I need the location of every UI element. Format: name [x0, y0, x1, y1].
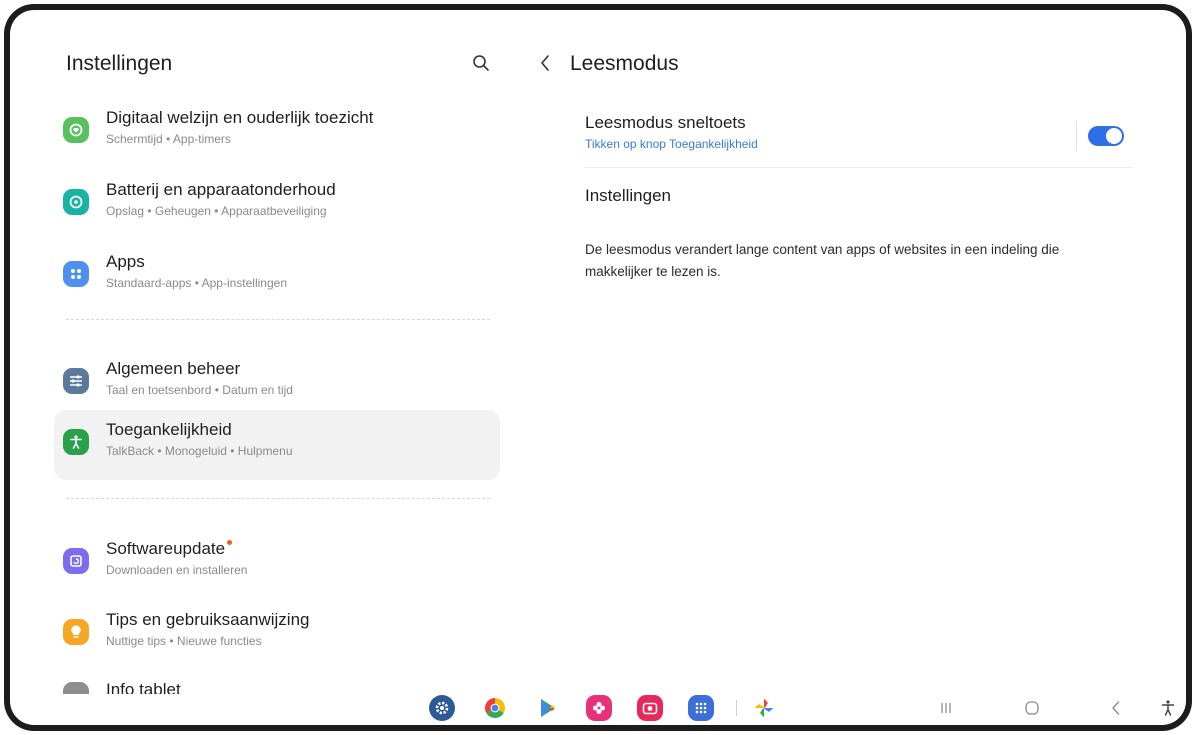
settings-item-software-update[interactable]: Softwareupdate Downloaden en installeren: [54, 529, 500, 599]
settings-item-digital-wellbeing[interactable]: Digitaal welzijn en ouderlijk toezicht S…: [54, 98, 500, 168]
blossom-app-icon[interactable]: [586, 695, 612, 721]
play-store-app-icon[interactable]: [535, 695, 561, 721]
apps-icon: [63, 261, 89, 287]
recent-apps-button[interactable]: [932, 695, 960, 721]
item-subtitle: Taal en toetsenbord • Datum en tijd: [106, 383, 293, 397]
back-icon: [1112, 701, 1120, 715]
settings-row[interactable]: Instellingen: [574, 176, 1134, 220]
item-title: Apps: [106, 252, 145, 271]
settings-item-battery[interactable]: Batterij en apparaatonderhoud Opslag • G…: [54, 170, 500, 240]
home-icon: [1025, 701, 1039, 715]
item-subtitle: Schermtijd • App-timers: [106, 132, 231, 146]
chevron-left-icon: [541, 55, 549, 71]
section-divider: [66, 498, 490, 499]
update-badge-dot: [227, 540, 233, 545]
taskbar-separator: [736, 700, 737, 716]
device-care-icon: [63, 189, 89, 215]
vertical-separator: [1076, 121, 1077, 151]
general-management-icon: [63, 368, 89, 394]
settings-app-icon[interactable]: [429, 695, 455, 721]
back-button[interactable]: [534, 50, 556, 76]
accessibility-shortcut-button[interactable]: [1154, 695, 1182, 721]
description-text: De leesmodus verandert lange content van…: [585, 242, 1060, 279]
taskbar: [10, 690, 1186, 725]
item-subtitle: Nuttige tips • Nieuwe functies: [106, 634, 262, 648]
row-divider: [585, 167, 1133, 168]
page-title: Leesmodus: [570, 52, 679, 75]
software-update-icon: [63, 548, 89, 574]
item-title: Batterij en apparaatonderhoud: [106, 180, 336, 199]
settings-item-general-management[interactable]: Algemeen beheer Taal en toetsenbord • Da…: [54, 349, 500, 419]
section-divider: [66, 319, 490, 320]
camera-app-icon[interactable]: [637, 695, 663, 721]
item-subtitle: Downloaden en installeren: [106, 563, 248, 577]
shortcut-label: Leesmodus sneltoets: [585, 113, 746, 132]
digital-wellbeing-icon: [63, 117, 89, 143]
nav-back-button[interactable]: [1102, 695, 1130, 721]
settings-title: Instellingen: [66, 52, 173, 75]
item-title: Algemeen beheer: [106, 359, 241, 378]
item-title: Softwareupdate: [106, 539, 233, 559]
settings-item-accessibility[interactable]: Toegankelijkheid TalkBack • Monogeluid •…: [54, 410, 500, 480]
shortcut-sublabel: Tikken op knop Toegankelijkheid: [585, 137, 758, 151]
item-title: Toegankelijkheid: [106, 420, 232, 439]
search-button[interactable]: [468, 50, 494, 76]
settings-label: Instellingen: [585, 186, 672, 205]
chrome-app-icon[interactable]: [482, 695, 508, 721]
reading-mode-shortcut-row[interactable]: Leesmodus sneltoets Tikken op knop Toega…: [574, 105, 1134, 167]
screen: Instellingen Digitaal welzijn en ouderli…: [10, 10, 1186, 725]
item-title: Tips en gebruiksaanwijzing: [106, 610, 310, 629]
home-button[interactable]: [1018, 695, 1046, 721]
item-subtitle: Standaard-apps • App-instellingen: [106, 276, 287, 290]
item-subtitle: TalkBack • Monogeluid • Hulpmenu: [106, 444, 293, 458]
recent-apps-icon: [941, 703, 951, 713]
item-title: Digitaal welzijn en ouderlijk toezicht: [106, 108, 374, 127]
search-icon: [473, 55, 489, 71]
item-subtitle: Opslag • Geheugen • Apparaatbeveiliging: [106, 204, 327, 218]
toggle-knob: [1106, 128, 1122, 144]
shortcut-toggle[interactable]: [1088, 126, 1124, 146]
photos-app-icon[interactable]: [751, 695, 777, 721]
item-title-text: Softwareupdate: [106, 539, 226, 558]
accessibility-shortcut-icon: [1161, 700, 1175, 716]
accessibility-icon: [63, 429, 89, 455]
app-drawer-icon[interactable]: [688, 695, 714, 721]
settings-item-tips[interactable]: Tips en gebruiksaanwijzing Nuttige tips …: [54, 600, 500, 670]
tips-icon: [63, 619, 89, 645]
settings-item-apps[interactable]: Apps Standaard-apps • App-instellingen: [54, 242, 500, 312]
